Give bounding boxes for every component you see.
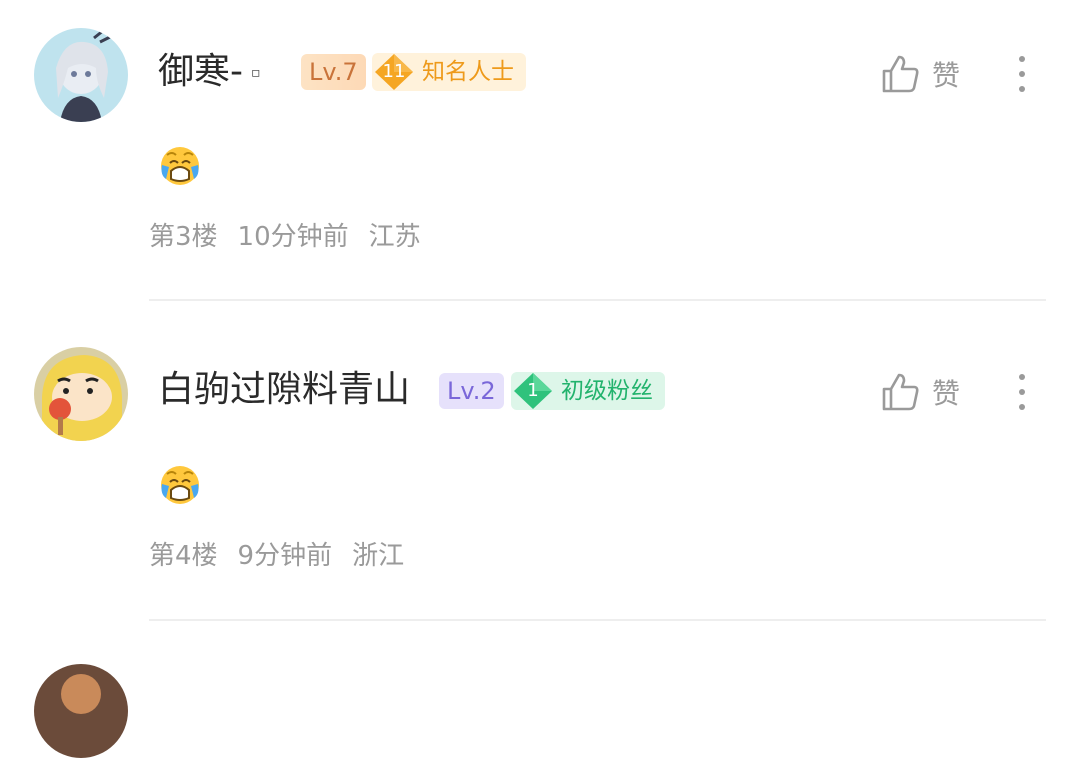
crying-face-emoji	[158, 143, 202, 187]
like-label: 赞	[932, 377, 961, 410]
comment-item: 御寒- ▫ Lv.7 11 知名人士 赞 第3楼 10分钟前 江苏	[0, 0, 1080, 300]
fan-badge: 11 知名人士	[372, 53, 526, 91]
avatar[interactable]	[34, 664, 128, 758]
name-tag: ▫	[251, 65, 261, 81]
floor-number: 第4楼	[149, 541, 218, 571]
thumbs-up-icon	[882, 55, 919, 93]
level-badge: Lv.2	[439, 373, 504, 409]
like-button[interactable]: 赞	[880, 370, 960, 414]
comment-meta: 第4楼 9分钟前 浙江	[149, 535, 424, 572]
like-label: 赞	[932, 59, 961, 92]
fan-badge: 1 初级粉丝	[511, 372, 665, 410]
more-options-button[interactable]	[1008, 52, 1036, 96]
floor-number: 第3楼	[149, 222, 218, 252]
timestamp: 10分钟前	[237, 222, 349, 252]
location: 浙江	[352, 541, 405, 571]
username[interactable]: 白驹过隙料青山	[158, 368, 410, 412]
like-button[interactable]: 赞	[880, 52, 960, 96]
crying-face-emoji	[158, 462, 202, 506]
thumbs-up-icon	[882, 373, 919, 411]
diamond-icon: 1	[513, 372, 553, 410]
avatar[interactable]	[34, 28, 128, 122]
divider	[149, 619, 1046, 621]
avatar[interactable]	[34, 347, 128, 441]
comment-meta: 第3楼 10分钟前 江苏	[149, 216, 441, 253]
timestamp: 9分钟前	[237, 541, 333, 571]
more-options-button[interactable]	[1008, 370, 1036, 414]
diamond-icon: 11	[374, 53, 414, 91]
level-badge: Lv.7	[301, 54, 366, 90]
username[interactable]: 御寒- ▫	[158, 50, 261, 95]
comment-item: 白驹过隙料青山 Lv.2 1 初级粉丝 赞 第4楼 9分钟前 浙江	[0, 300, 1080, 620]
location: 江苏	[368, 222, 421, 252]
